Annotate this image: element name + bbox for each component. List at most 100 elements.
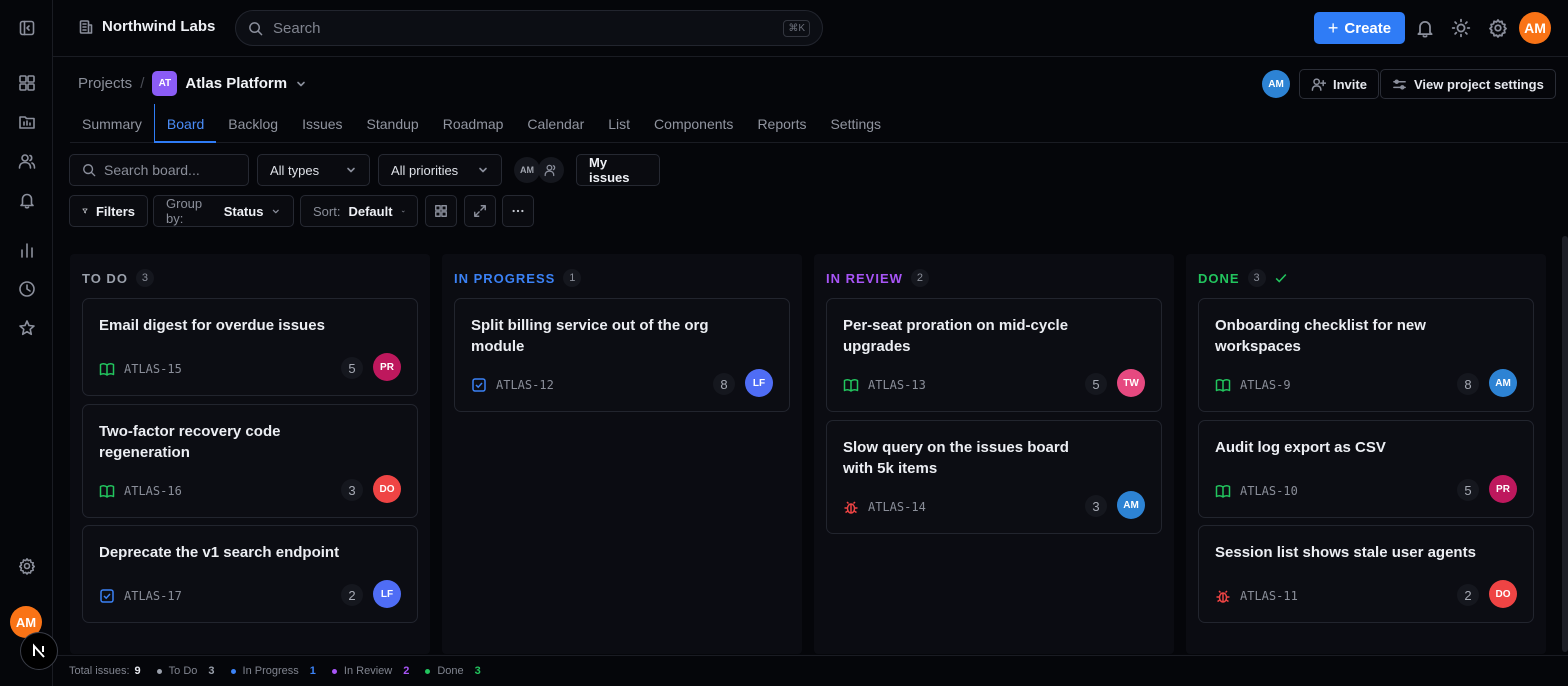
stat-value: 2	[403, 665, 410, 677]
create-label: Create	[1344, 19, 1392, 37]
assignee-avatar[interactable]: TW	[1117, 369, 1145, 397]
team-filter-icon[interactable]	[538, 157, 564, 183]
team-icon[interactable]	[16, 150, 38, 172]
assignee-avatar[interactable]: DO	[373, 475, 401, 503]
tab-backlog[interactable]: Backlog	[216, 104, 290, 143]
board-scrollbar[interactable]	[1562, 236, 1568, 652]
issue-key: ATLAS-17	[124, 589, 182, 603]
done-stat: Done 3	[425, 665, 481, 677]
more-options-button[interactable]	[502, 195, 534, 227]
issue-card[interactable]: Onboarding checklist for new workspaces …	[1198, 298, 1534, 412]
issue-title: Session list shows stale user agents	[1215, 544, 1476, 561]
gear-icon[interactable]	[1488, 18, 1508, 38]
projects-icon[interactable]	[16, 111, 38, 133]
issue-title: Onboarding checklist for new workspaces	[1215, 317, 1426, 355]
assignee-avatar[interactable]: DO	[1489, 580, 1517, 608]
project-settings-button[interactable]: View project settings	[1380, 69, 1556, 99]
board-search-input[interactable]: Search board...	[69, 154, 249, 186]
chevron-down-icon	[479, 167, 487, 173]
bug-icon	[843, 499, 859, 515]
chevron-down-icon[interactable]	[295, 78, 307, 90]
assignee-avatar[interactable]: PR	[373, 353, 401, 381]
search-icon	[83, 164, 96, 177]
notifications-icon[interactable]	[16, 189, 38, 211]
account-avatar[interactable]: AM	[1519, 12, 1551, 44]
column-count: 3	[1247, 269, 1266, 287]
sort-label: Sort:	[313, 203, 341, 219]
breadcrumb-projects-link[interactable]: Projects	[78, 75, 132, 92]
project-member-avatar[interactable]: AM	[1262, 70, 1290, 98]
total-issues-value: 9	[134, 665, 141, 677]
project-switcher[interactable]: Atlas Platform	[185, 75, 287, 92]
task-icon	[471, 377, 487, 393]
breadcrumb-separator: /	[140, 75, 145, 92]
layout-grid-button[interactable]	[425, 195, 457, 227]
theme-toggle-icon[interactable]	[1451, 18, 1471, 38]
invite-button[interactable]: Invite	[1299, 69, 1379, 99]
breadcrumb: Projects / AT Atlas Platform	[78, 71, 307, 96]
tab-summary[interactable]: Summary	[70, 104, 154, 143]
column-count: 2	[910, 269, 929, 287]
assignee-filter[interactable]: AM	[514, 154, 566, 186]
column-title: DONE	[1198, 270, 1240, 286]
tab-settings[interactable]: Settings	[818, 104, 893, 143]
issue-title: Two-factor recovery code regeneration	[99, 423, 281, 461]
global-search[interactable]: Search ⌘K	[235, 10, 823, 46]
workspace-name: Northwind Labs	[102, 18, 216, 35]
tab-components[interactable]: Components	[642, 104, 745, 143]
workspace-switcher[interactable]: Northwind Labs	[78, 18, 215, 35]
bell-icon[interactable]	[1415, 18, 1435, 38]
reports-icon[interactable]	[16, 239, 38, 261]
issue-card[interactable]: Deprecate the v1 search endpoint ATLAS-1…	[82, 525, 418, 623]
story-points: 5	[341, 357, 363, 379]
tab-roadmap[interactable]: Roadmap	[431, 104, 516, 143]
stat-value: 1	[309, 665, 316, 677]
tab-issues[interactable]: Issues	[290, 104, 354, 143]
sort-select[interactable]: Sort: Default	[300, 195, 418, 227]
stat-value: 3	[208, 665, 215, 677]
in-review-stat: In Review 2	[331, 665, 410, 677]
assignee-avatar[interactable]: AM	[1117, 491, 1145, 519]
issue-card[interactable]: Audit log export as CSV ATLAS-10 5 PR	[1198, 420, 1534, 518]
priority-filter-select[interactable]: All priorities	[378, 154, 502, 186]
issue-card[interactable]: Split billing service out of the org mod…	[454, 298, 790, 412]
status-dot	[425, 668, 431, 674]
dashboard-icon[interactable]	[16, 72, 38, 94]
filters-button[interactable]: Filters	[69, 195, 148, 227]
tab-reports[interactable]: Reports	[745, 104, 818, 143]
tab-board[interactable]: Board	[153, 104, 217, 143]
search-placeholder: Search	[273, 19, 321, 37]
tab-calendar[interactable]: Calendar	[515, 104, 596, 143]
star-icon[interactable]	[16, 317, 38, 339]
column-count: 3	[135, 269, 154, 287]
assignee-avatar[interactable]: LF	[373, 580, 401, 608]
assignee-avatar[interactable]: LF	[745, 369, 773, 397]
issue-card[interactable]: Slow query on the issues board with 5k i…	[826, 420, 1162, 534]
search-shortcut: ⌘K	[783, 19, 810, 37]
column-title: IN PROGRESS	[454, 270, 556, 286]
my-issues-button[interactable]: My issues	[576, 154, 660, 186]
top-bar: Northwind Labs Search ⌘K + Create AM	[53, 0, 1568, 57]
sidebar-toggle-icon[interactable]	[16, 17, 38, 39]
issue-card[interactable]: Per-seat proration on mid-cycle upgrades…	[826, 298, 1162, 412]
issue-card[interactable]: Email digest for overdue issues ATLAS-15…	[82, 298, 418, 396]
tab-list[interactable]: List	[596, 104, 642, 143]
sort-value: Default	[348, 203, 393, 219]
column-header: DONE 3	[1198, 269, 1288, 287]
assignee-avatar[interactable]: PR	[1489, 475, 1517, 503]
column-header: IN PROGRESS 1	[454, 269, 582, 287]
type-filter-select[interactable]: All types	[257, 154, 370, 186]
group-by-select[interactable]: Group by: Status	[153, 195, 294, 227]
assignee-avatar[interactable]: AM	[514, 157, 540, 183]
next-logo-icon[interactable]	[20, 632, 58, 670]
settings-icon[interactable]	[16, 555, 38, 577]
issue-card[interactable]: Two-factor recovery code regeneration AT…	[82, 404, 418, 518]
issue-card[interactable]: Session list shows stale user agents ATL…	[1198, 525, 1534, 623]
create-button[interactable]: + Create	[1314, 12, 1405, 44]
expand-button[interactable]	[464, 195, 496, 227]
tab-standup[interactable]: Standup	[355, 104, 431, 143]
issue-key: ATLAS-16	[124, 484, 182, 498]
assignee-avatar[interactable]: AM	[1489, 369, 1517, 397]
history-icon[interactable]	[16, 278, 38, 300]
story-icon	[843, 377, 859, 393]
